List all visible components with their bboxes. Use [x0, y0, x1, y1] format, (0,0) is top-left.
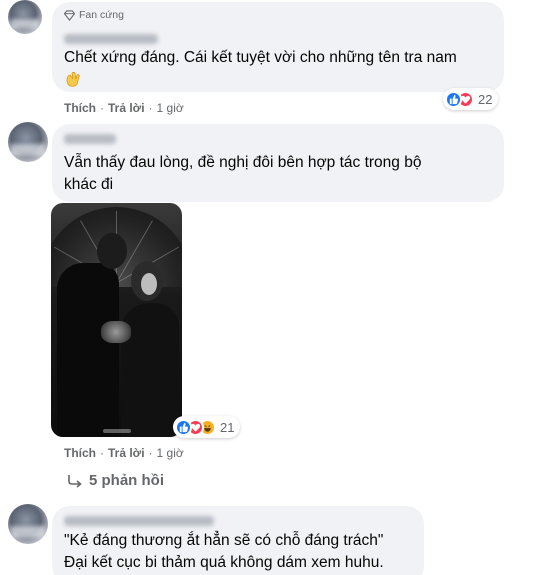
view-replies-label: 5 phản hồi [89, 472, 164, 489]
reactions-summary[interactable]: 21 [173, 416, 241, 438]
reply-button[interactable]: Trả lời [108, 101, 145, 115]
reaction-count: 22 [478, 91, 493, 107]
comment-text-line-2: Đại kết cục bi thảm quá không dám xem hu… [64, 554, 384, 571]
commenter-avatar[interactable] [8, 504, 48, 544]
author-name[interactable] [64, 134, 116, 144]
separator: · [100, 446, 104, 460]
man-figure [57, 263, 119, 437]
timestamp[interactable]: 1 giờ [157, 446, 184, 460]
comment-text-line-1: "Kẻ đáng thương ắt hẳn sẽ có chỗ đáng tr… [64, 532, 384, 549]
comment-actions: Thích · Trả lời · 1 giờ [64, 446, 184, 460]
author-name[interactable] [64, 34, 158, 44]
reaction-count: 21 [220, 419, 235, 435]
woman-face [141, 273, 157, 295]
commenter-avatar[interactable] [8, 0, 42, 34]
comment-actions: Thích · Trả lời · 1 giờ [64, 101, 184, 115]
separator: · [100, 101, 104, 115]
separator: · [148, 101, 153, 115]
fan-badge-label: Fan cứng [79, 9, 124, 21]
comment-text-line-1: Vẫn thấy đau lòng, đề nghị đôi bên hợp t… [64, 154, 422, 171]
comment-text-line-2: khác đi [64, 176, 114, 193]
like-button[interactable]: Thích [64, 101, 96, 115]
woman-figure [121, 303, 179, 437]
like-reaction-icon [175, 418, 192, 436]
reactions-summary[interactable]: 22 [443, 88, 499, 110]
comment-photo-attachment[interactable] [51, 203, 182, 437]
reply-arrow-icon [68, 474, 82, 488]
reply-button[interactable]: Trả lời [108, 446, 145, 460]
like-reaction-icon [445, 90, 462, 108]
view-replies-link[interactable]: 5 phản hồi [67, 472, 164, 489]
bouquet [101, 321, 131, 343]
like-button[interactable]: Thích [64, 446, 96, 460]
diamond-badge-icon [64, 9, 75, 21]
watermark [103, 429, 131, 433]
comment-text: Chết xứng đáng. Cái kết tuyệt vời cho nh… [64, 49, 457, 66]
commenter-avatar[interactable] [8, 122, 48, 162]
timestamp[interactable]: 1 giờ [157, 101, 184, 115]
author-name[interactable] [64, 516, 214, 526]
clap-hands-emoji-icon [66, 71, 80, 87]
separator: · [148, 446, 153, 460]
fan-badge: Fan cứng [64, 9, 124, 21]
man-head [97, 233, 127, 269]
